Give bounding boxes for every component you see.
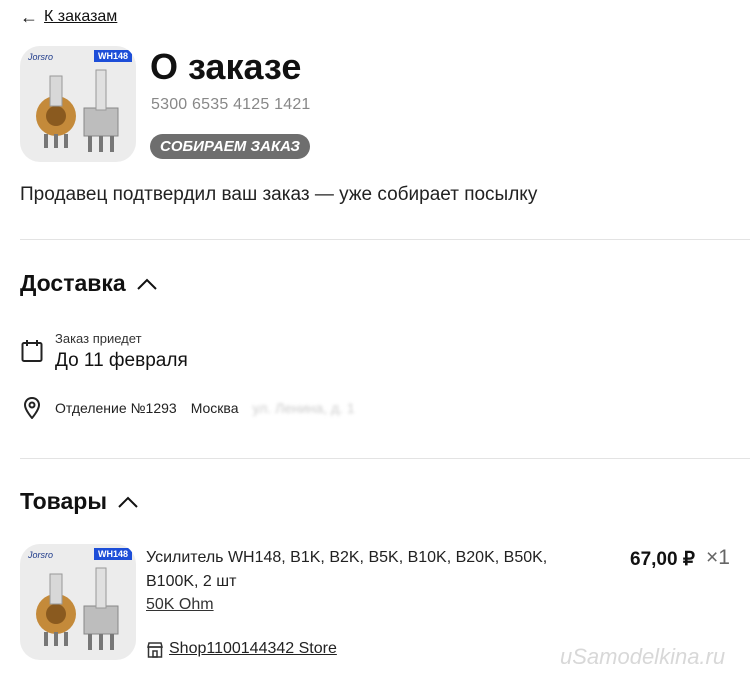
potentiometer-image — [36, 567, 119, 650]
divider — [20, 458, 750, 459]
order-product-image: Jorsro WH148 — [20, 46, 136, 162]
delivery-section-toggle[interactable]: Доставка — [20, 270, 158, 297]
status-text: Продавец подтвердил ваш заказ — уже соби… — [20, 184, 538, 205]
back-label: К заказам — [44, 8, 118, 25]
product-variant[interactable]: 50K Ohm — [146, 596, 214, 614]
thumb-tag: WH148 — [93, 548, 132, 560]
chevron-up-icon — [118, 496, 138, 508]
location-pin-icon — [24, 397, 40, 419]
order-number: 5300 6535 4125 1421 — [151, 96, 311, 113]
thumb-tag: WH148 — [93, 50, 132, 62]
thumb-brand: Jorsro — [28, 550, 54, 560]
product-quantity: ×1 — [706, 546, 730, 569]
chevron-up-icon — [136, 278, 157, 290]
pickup-address: ул. Ленина, д. 1 — [252, 400, 355, 416]
products-title: Товары — [20, 488, 107, 514]
arrow-left-icon: ← — [20, 7, 38, 27]
store-icon — [147, 642, 163, 658]
products-section-toggle[interactable]: Товары — [20, 488, 139, 515]
thumb-brand: Jorsro — [28, 52, 54, 62]
product-image[interactable]: Jorsro WH148 — [20, 544, 136, 660]
calendar-icon — [21, 340, 43, 362]
product-name[interactable]: Усилитель WH148, B1K, B2K, B5K, B10K, B2… — [146, 546, 566, 594]
arrive-date: До 11 февраля — [55, 350, 188, 371]
pickup-city: Москва — [190, 400, 239, 416]
page-title: О заказе — [150, 46, 302, 87]
arrive-label: Заказ приедет — [55, 331, 142, 346]
pickup-name: Отделение №1293 — [55, 400, 177, 416]
store-link[interactable]: Shop1100144342 Store — [169, 640, 337, 658]
status-badge: СОБИРАЕМ ЗАКАЗ — [150, 134, 311, 159]
pickup-point[interactable]: Отделение №1293 Москва ул. Ленина, д. 1 — [55, 400, 355, 416]
divider — [20, 239, 750, 240]
back-link[interactable]: ← К заказам — [20, 8, 117, 26]
watermark: uSamodelkina.ru — [560, 644, 726, 669]
delivery-title: Доставка — [20, 270, 126, 296]
potentiometer-image — [36, 69, 119, 152]
product-price: 67,00 ₽ — [630, 549, 695, 570]
